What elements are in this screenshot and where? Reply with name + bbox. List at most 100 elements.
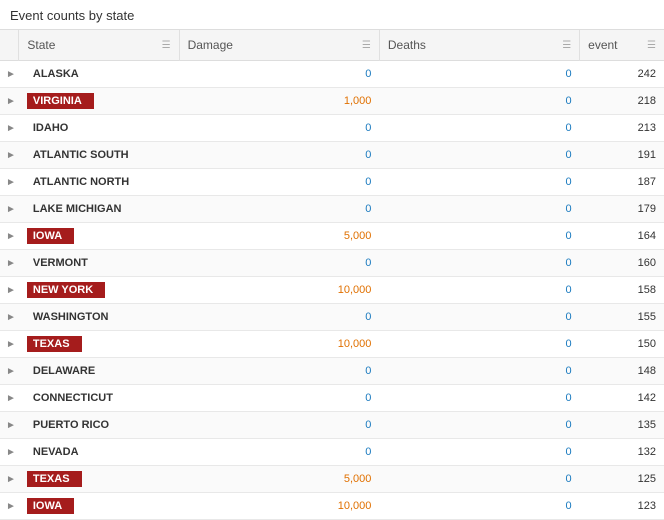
- row-expand-chevron[interactable]: ►: [0, 331, 19, 358]
- row-expand-chevron[interactable]: ►: [0, 223, 19, 250]
- state-cell: ATLANTIC NORTH: [19, 169, 179, 196]
- table-row[interactable]: ►NEW YORK10,0000158: [0, 277, 664, 304]
- table-row[interactable]: ►IOWA5,0000164: [0, 223, 664, 250]
- deaths-cell: 0: [379, 412, 579, 439]
- table-row[interactable]: ►ALASKA00242: [0, 61, 664, 88]
- table-row[interactable]: ►TEXAS10,0000150: [0, 331, 664, 358]
- damage-cell: 0: [179, 169, 379, 196]
- deaths-cell: 0: [379, 493, 579, 520]
- col-header-event[interactable]: event ☰: [580, 30, 664, 61]
- state-label: IDAHO: [27, 120, 74, 136]
- table-row[interactable]: ►LAKE MICHIGAN00179: [0, 196, 664, 223]
- table-body: ►ALASKA00242►VIRGINIA1,0000218►IDAHO0021…: [0, 61, 664, 520]
- event-cell: 160: [580, 250, 664, 277]
- col-header-damage[interactable]: Damage ☰: [179, 30, 379, 61]
- row-expand-chevron[interactable]: ►: [0, 88, 19, 115]
- filter-icon-deaths[interactable]: ☰: [562, 40, 571, 51]
- row-expand-chevron[interactable]: ►: [0, 439, 19, 466]
- row-expand-chevron[interactable]: ►: [0, 412, 19, 439]
- state-cell: NEVADA: [19, 439, 179, 466]
- table-row[interactable]: ►IDAHO00213: [0, 115, 664, 142]
- state-cell: TEXAS: [19, 331, 179, 358]
- expand-header: [0, 30, 19, 61]
- deaths-cell: 0: [379, 358, 579, 385]
- table-header-row: State ☰ Damage ☰ Deaths ☰: [0, 30, 664, 61]
- deaths-cell: 0: [379, 385, 579, 412]
- deaths-cell: 0: [379, 142, 579, 169]
- state-label: TEXAS: [27, 336, 82, 352]
- state-cell: IOWA: [19, 223, 179, 250]
- state-label: NEW YORK: [27, 282, 105, 298]
- damage-cell: 0: [179, 412, 379, 439]
- damage-cell: 0: [179, 439, 379, 466]
- filter-icon-state[interactable]: ☰: [162, 40, 171, 51]
- state-label: WASHINGTON: [27, 309, 115, 325]
- state-label: TEXAS: [27, 471, 82, 487]
- event-cell: 218: [580, 88, 664, 115]
- table-row[interactable]: ►CONNECTICUT00142: [0, 385, 664, 412]
- state-cell: NEW YORK: [19, 277, 179, 304]
- event-cell: 213: [580, 115, 664, 142]
- row-expand-chevron[interactable]: ►: [0, 358, 19, 385]
- filter-icon-damage[interactable]: ☰: [362, 40, 371, 51]
- row-expand-chevron[interactable]: ►: [0, 142, 19, 169]
- damage-cell: 0: [179, 385, 379, 412]
- deaths-cell: 0: [379, 439, 579, 466]
- state-label: IOWA: [27, 498, 74, 514]
- table-row[interactable]: ► TEXAS 5,0000125: [0, 466, 664, 493]
- event-cell: 191: [580, 142, 664, 169]
- damage-cell: 0: [179, 196, 379, 223]
- table-row[interactable]: ►ATLANTIC NORTH00187: [0, 169, 664, 196]
- row-expand-chevron[interactable]: ►: [0, 493, 19, 520]
- filter-icon-event[interactable]: ☰: [647, 40, 656, 51]
- state-label: PUERTO RICO: [27, 417, 115, 433]
- event-cell: 179: [580, 196, 664, 223]
- event-cell: 142: [580, 385, 664, 412]
- state-cell: VIRGINIA: [19, 88, 179, 115]
- state-cell: WASHINGTON: [19, 304, 179, 331]
- row-expand-chevron[interactable]: ►: [0, 61, 19, 88]
- row-expand-chevron[interactable]: ►: [0, 169, 19, 196]
- event-cell: 164: [580, 223, 664, 250]
- deaths-cell: 0: [379, 277, 579, 304]
- event-cell: 125: [580, 466, 664, 493]
- row-expand-chevron[interactable]: ►: [0, 304, 19, 331]
- row-expand-chevron[interactable]: ►: [0, 385, 19, 412]
- deaths-cell: 0: [379, 169, 579, 196]
- damage-cell: 5,000: [179, 466, 379, 493]
- table-row[interactable]: ►VERMONT00160: [0, 250, 664, 277]
- table-row[interactable]: ►WASHINGTON00155: [0, 304, 664, 331]
- row-expand-chevron[interactable]: ►: [0, 115, 19, 142]
- damage-cell: 5,000: [179, 223, 379, 250]
- row-expand-chevron[interactable]: ►: [0, 277, 19, 304]
- deaths-cell: 0: [379, 115, 579, 142]
- table-row[interactable]: ►IOWA10,0000123: [0, 493, 664, 520]
- deaths-cell: 0: [379, 466, 579, 493]
- damage-cell: 10,000: [179, 493, 379, 520]
- table-row[interactable]: ►NEVADA00132: [0, 439, 664, 466]
- row-expand-chevron[interactable]: ►: [0, 466, 19, 493]
- state-label: CONNECTICUT: [27, 390, 119, 406]
- state-cell: TEXAS: [19, 466, 179, 493]
- event-cell: 158: [580, 277, 664, 304]
- table-row[interactable]: ►VIRGINIA1,0000218: [0, 88, 664, 115]
- col-header-deaths[interactable]: Deaths ☰: [379, 30, 579, 61]
- damage-cell: 0: [179, 61, 379, 88]
- event-cell: 150: [580, 331, 664, 358]
- table-row[interactable]: ►DELAWARE00148: [0, 358, 664, 385]
- row-expand-chevron[interactable]: ►: [0, 196, 19, 223]
- state-label: ATLANTIC NORTH: [27, 174, 135, 190]
- state-cell: PUERTO RICO: [19, 412, 179, 439]
- damage-cell: 0: [179, 142, 379, 169]
- state-cell: ALASKA: [19, 61, 179, 88]
- state-label: LAKE MICHIGAN: [27, 201, 128, 217]
- col-header-state[interactable]: State ☰: [19, 30, 179, 61]
- table-row[interactable]: ►ATLANTIC SOUTH00191: [0, 142, 664, 169]
- event-cell: 242: [580, 61, 664, 88]
- event-cell: 135: [580, 412, 664, 439]
- damage-cell: 0: [179, 304, 379, 331]
- state-label: ATLANTIC SOUTH: [27, 147, 135, 163]
- deaths-cell: 0: [379, 61, 579, 88]
- row-expand-chevron[interactable]: ►: [0, 250, 19, 277]
- table-row[interactable]: ►PUERTO RICO00135: [0, 412, 664, 439]
